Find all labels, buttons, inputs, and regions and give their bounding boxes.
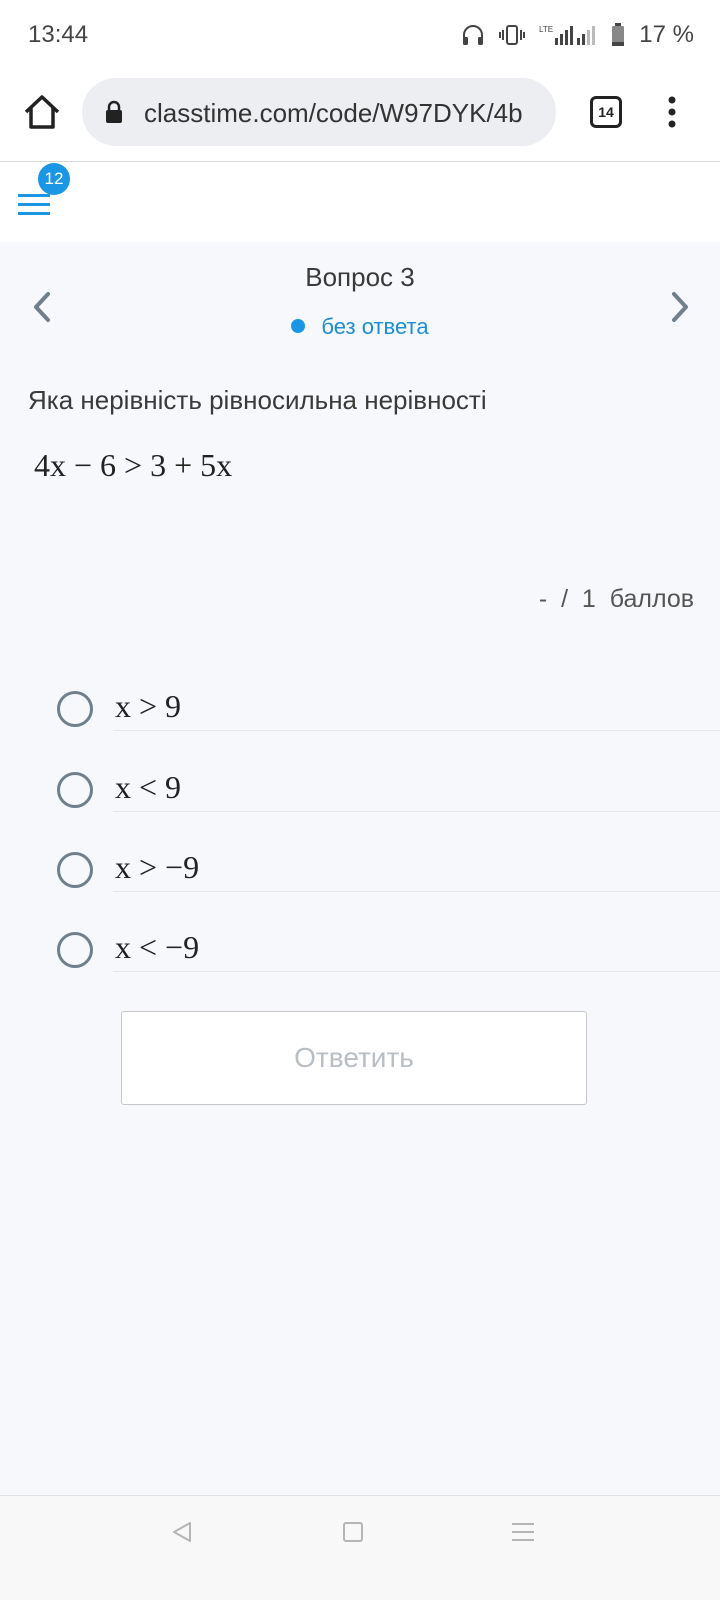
answer-option[interactable]: x < −9 [0,925,720,1005]
tab-switcher-button[interactable]: 14 [590,96,622,128]
radio-button[interactable] [57,772,93,808]
system-navigation-bar [0,1495,720,1600]
lte-label: LTE [539,25,553,34]
lte-signal-icon: LTE [539,25,596,45]
question-text: Яка нерівність рівносильна нерівності [28,385,487,415]
chevron-right-icon[interactable] [666,290,694,324]
status-icons: LTE 17 % [461,19,694,51]
option-divider [113,811,720,812]
more-menu-icon[interactable] [660,94,684,130]
score-label: - / 1 баллов [538,585,694,613]
home-button[interactable] [22,92,62,132]
status-bar: 13:44 LTE 17 % [0,0,720,70]
home-icon [24,95,60,129]
question-formula: 4x − 6 > 3 + 5x [34,447,233,483]
option-label: x < 9 [115,769,182,805]
notification-badge: 12 [38,163,70,195]
screen: 13:44 LTE 17 % classtime.com/code/W97DYK… [0,0,720,1600]
submit-answer-button[interactable]: Ответить [121,1011,587,1105]
question-status-label: без ответа [321,314,429,339]
option-divider [113,891,720,892]
option-divider [113,730,720,731]
option-label: x > 9 [115,688,182,724]
lock-icon [106,100,122,123]
answer-option[interactable]: x < 9 [0,765,720,845]
address-bar[interactable]: classtime.com/code/W97DYK/4b [82,78,556,146]
answer-option[interactable]: x > −9 [0,845,720,925]
question-status: без ответа [0,314,720,340]
radio-button[interactable] [57,932,93,968]
url-text: classtime.com/code/W97DYK/4b [144,98,523,128]
question-navigation: Вопрос 3 без ответа [0,242,720,352]
answer-option[interactable]: x > 9 [0,684,720,764]
radio-button[interactable] [57,691,93,727]
battery-icon [612,23,625,46]
battery-percent: 17 % [639,21,694,48]
option-label: x > −9 [115,849,200,885]
recent-apps-icon[interactable] [512,1522,534,1542]
status-dot-icon [291,319,306,333]
back-icon[interactable] [170,1520,194,1544]
app-header [0,162,720,242]
option-divider [113,971,720,972]
browser-toolbar: classtime.com/code/W97DYK/4b 14 [0,70,720,162]
question-title: Вопрос 3 [305,262,415,292]
option-label: x < −9 [115,929,200,965]
status-time: 13:44 [28,21,89,48]
vibrate-icon [499,25,526,45]
hamburger-menu-icon[interactable] [18,192,52,218]
radio-button[interactable] [57,852,93,888]
square-home-icon[interactable] [343,1522,363,1542]
headphones-icon [463,25,484,45]
